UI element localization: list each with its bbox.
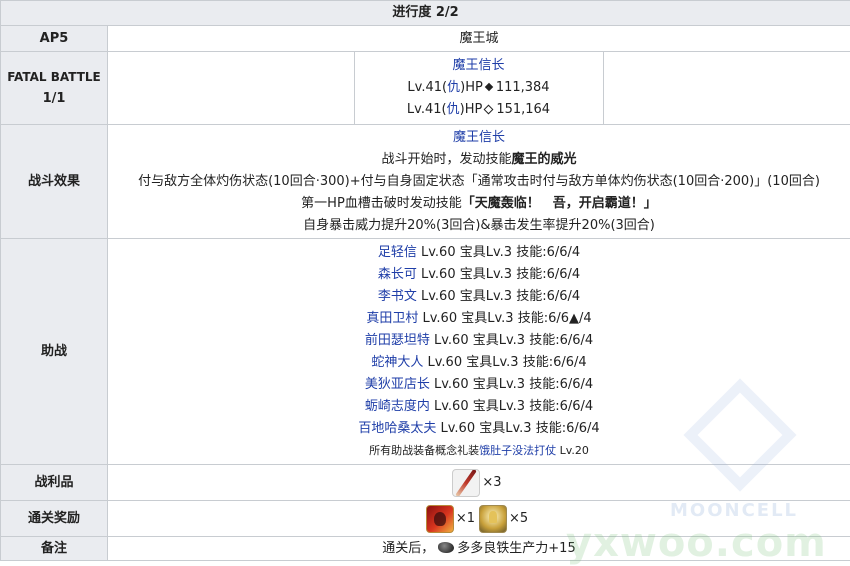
support-row: 李书文 Lv.60 宝具Lv.3 技能:6/6/4 [108, 286, 850, 308]
servant-link[interactable]: 百地哈桑太夫 [358, 421, 436, 436]
notes-text-b: 多多良铁生产力+15 [457, 541, 575, 556]
drops-cell: ×3 [108, 465, 850, 501]
support-row: 美狄亚店长 Lv.60 宝具Lv.3 技能:6/6/4 [108, 374, 850, 396]
servant-stats: Lv.60 宝具Lv.3 技能:6/6/4 [417, 267, 580, 282]
effect-line-3: 第一HP血槽击破时发动技能「天魔轰临！ 吾，开启霸道！」 [108, 193, 850, 215]
servant-link[interactable]: 前田瑟坦特 [365, 333, 430, 348]
support-cell: 足轻信 Lv.60 宝具Lv.3 技能:6/6/4 森长可 Lv.60 宝具Lv… [108, 239, 850, 465]
servant-stats: Lv.60 宝具Lv.3 技能:6/6/4 [436, 421, 599, 436]
enemy-cell: 魔王信长 Lv.41(仇)HP 111,384 Lv.41(仇)HP 151,164 [108, 52, 850, 125]
enemy-hp-value: 111,384 [496, 80, 550, 95]
support-ce-note: 所有助战装备概念礼装饿肚子没法打仗 Lv.20 [108, 440, 850, 462]
enemy-hp-label: )HP [460, 102, 483, 117]
rewards-label: 通关奖励 [1, 501, 108, 537]
servant-stats: Lv.60 宝具Lv.3 技能:6/6/4 [417, 245, 580, 260]
effect-line-3-text: 第一HP血槽击破时发动技能 [301, 196, 462, 211]
effect-line-2: 付与敌方全体灼伤状态(10回合·300)+付与自身固定状态「通常攻击时付与敌方单… [108, 171, 850, 193]
reward-count-1: ×1 [456, 511, 475, 526]
enemy-line-1: Lv.41(仇)HP 111,384 [355, 77, 603, 99]
servant-stats: Lv.60 宝具Lv.3 技能:6/6/4 [430, 377, 593, 392]
enemy-empty-left [108, 52, 354, 124]
ap-label: AP5 [1, 26, 108, 52]
enemy-name-link[interactable]: 魔王信长 [355, 55, 603, 77]
reward-count-2: ×5 [509, 511, 528, 526]
fatal-battle-label: FATAL BATTLE 1/1 [1, 52, 108, 125]
hp-hollow-diamond-icon [484, 104, 494, 114]
ce-name-link[interactable]: 饿肚子没法打仗 [479, 444, 556, 457]
drops-label: 战利品 [1, 465, 108, 501]
support-row: 蛎崎志度内 Lv.60 宝具Lv.3 技能:6/6/4 [108, 396, 850, 418]
servant-stats: Lv.60 宝具Lv.3 技能:6/6/4 [417, 289, 580, 304]
servant-link[interactable]: 森长可 [378, 267, 417, 282]
fatal-battle-title: FATAL BATTLE [1, 67, 107, 88]
support-row: 森长可 Lv.60 宝具Lv.3 技能:6/6/4 [108, 264, 850, 286]
support-row: 前田瑟坦特 Lv.60 宝具Lv.3 技能:6/6/4 [108, 330, 850, 352]
stick-item-icon[interactable] [452, 469, 480, 497]
notes-cell: 通关后， 多多良铁生产力+15 [108, 537, 850, 561]
grail-fragment-icon[interactable] [479, 505, 507, 533]
servant-link[interactable]: 真田卫村 [366, 311, 418, 326]
servant-stats: Lv.60 宝具Lv.3 技能:6/6/4 [430, 333, 593, 348]
servant-card-icon[interactable] [426, 505, 454, 533]
effects-label: 战斗效果 [1, 125, 108, 239]
effect-line-1-text: 战斗开始时，发动技能 [381, 152, 511, 167]
skill-name-2: 「天魔轰临！ 吾，开启霸道！」 [462, 196, 657, 211]
rewards-cell: ×1 ×5 [108, 501, 850, 537]
enemy-hp-label: )HP [460, 80, 483, 95]
enemy-grid: 魔王信长 Lv.41(仇)HP 111,384 Lv.41(仇)HP 151,164 [108, 52, 850, 124]
servant-link[interactable]: 李书文 [378, 289, 417, 304]
enemy-hp-value: 151,164 [496, 102, 550, 117]
servant-stats: Lv.60 宝具Lv.3 技能:6/6/4 [423, 355, 586, 370]
servant-link[interactable]: 足轻信 [378, 245, 417, 260]
effect-line-1: 战斗开始时，发动技能魔王的威光 [108, 149, 850, 171]
iron-ore-icon [438, 542, 454, 553]
drop-count: ×3 [482, 475, 501, 490]
support-label: 助战 [1, 239, 108, 465]
notes-text-a: 通关后， [382, 541, 434, 556]
notes-label: 备注 [1, 537, 108, 561]
avenger-class-link[interactable]: 仇 [447, 102, 460, 117]
enemy-info: 魔王信长 Lv.41(仇)HP 111,384 Lv.41(仇)HP 151,164 [354, 52, 603, 124]
fatal-battle-count: 1/1 [1, 88, 107, 109]
support-row: 真田卫村 Lv.60 宝具Lv.3 技能:6/6▲/4 [108, 308, 850, 330]
progress-header: 进行度 2/2 [1, 1, 850, 26]
ce-level: Lv.20 [556, 444, 589, 457]
quest-table: 进行度 2/2 AP5 魔王城 FATAL BATTLE 1/1 魔王信长 Lv… [0, 0, 850, 561]
support-row: 蛇神大人 Lv.60 宝具Lv.3 技能:6/6/4 [108, 352, 850, 374]
support-row: 足轻信 Lv.60 宝具Lv.3 技能:6/6/4 [108, 242, 850, 264]
enemy-line-2: Lv.41(仇)HP 151,164 [355, 99, 603, 121]
avenger-class-link[interactable]: 仇 [447, 80, 460, 95]
support-row: 百地哈桑太夫 Lv.60 宝具Lv.3 技能:6/6/4 [108, 418, 850, 440]
effect-enemy-name-link[interactable]: 魔王信长 [108, 127, 850, 149]
hp-filled-diamond-icon [485, 83, 493, 91]
ce-prefix: 所有助战装备概念礼装 [369, 444, 479, 457]
servant-link[interactable]: 蛇神大人 [371, 355, 423, 370]
enemy-level: Lv.41( [407, 102, 447, 117]
servant-link[interactable]: 蛎崎志度内 [365, 399, 430, 414]
location-name: 魔王城 [108, 26, 850, 52]
servant-stats: Lv.60 宝具Lv.3 技能:6/6▲/4 [418, 311, 591, 326]
servant-stats: Lv.60 宝具Lv.3 技能:6/6/4 [430, 399, 593, 414]
effect-line-4: 自身暴击威力提升20%(3回合)&暴击发生率提升20%(3回合) [108, 215, 850, 237]
effects-cell: 魔王信长 战斗开始时，发动技能魔王的威光 付与敌方全体灼伤状态(10回合·300… [108, 125, 850, 239]
skill-name: 魔王的威光 [512, 152, 577, 167]
enemy-empty-right [603, 52, 850, 124]
servant-link[interactable]: 美狄亚店长 [365, 377, 430, 392]
enemy-level: Lv.41( [407, 80, 447, 95]
